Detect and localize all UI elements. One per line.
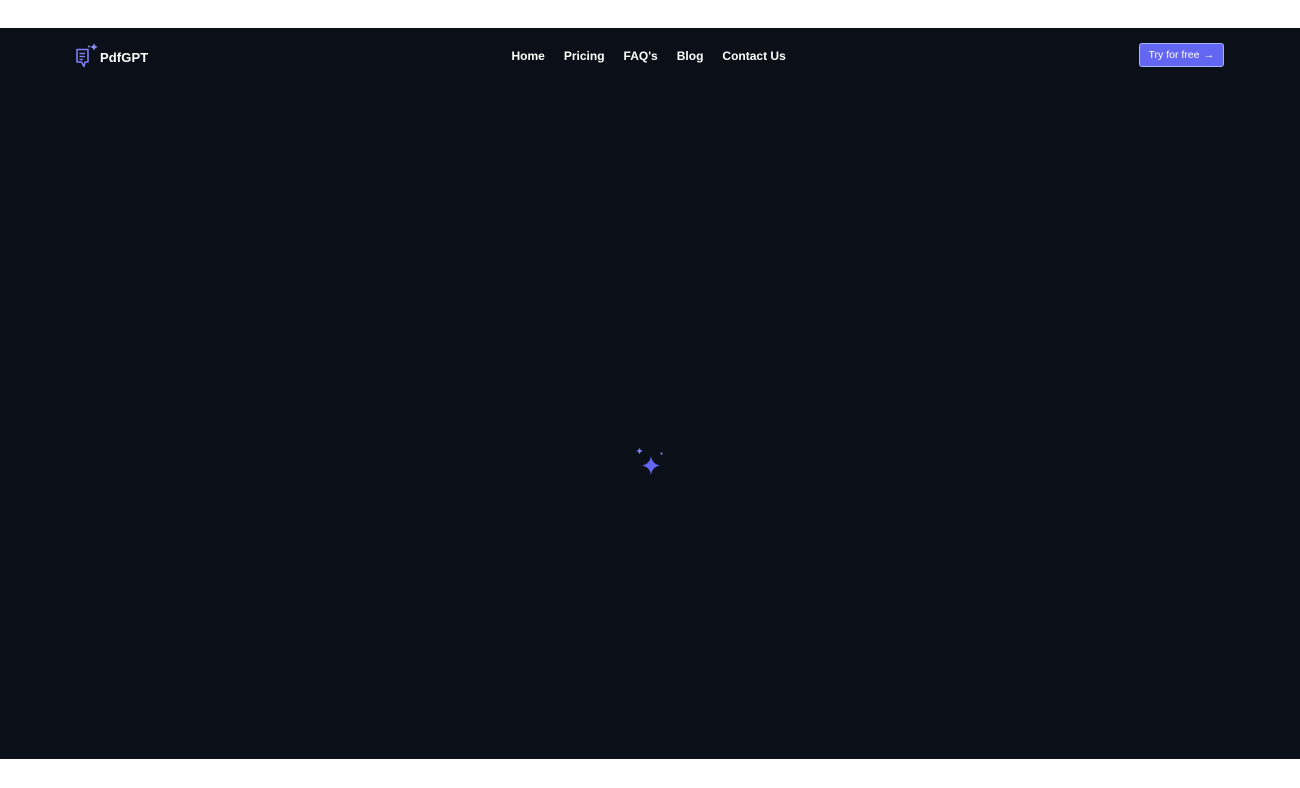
page-viewport: PdfGPT Home Pricing FAQ's Blog Contact U… — [0, 28, 1300, 759]
navbar: PdfGPT Home Pricing FAQ's Blog Contact U… — [0, 28, 1300, 84]
nav-link-pricing[interactable]: Pricing — [554, 48, 614, 64]
nav-link-blog[interactable]: Blog — [667, 48, 713, 64]
try-for-free-button[interactable]: Try for free → — [1139, 43, 1224, 67]
pdf-chat-sparkle-icon — [76, 43, 98, 68]
nav-link-faqs[interactable]: FAQ's — [614, 48, 667, 64]
nav-link-contact-us[interactable]: Contact Us — [713, 48, 795, 64]
brand-name: PdfGPT — [100, 49, 149, 65]
loading-spinner — [634, 446, 666, 478]
brand-logo[interactable]: PdfGPT — [75, 41, 148, 69]
try-for-free-label: Try for free — [1148, 49, 1200, 61]
arrow-right-icon: → — [1203, 48, 1215, 61]
sparkle-icon — [636, 447, 663, 475]
main-nav: Home Pricing FAQ's Blog Contact Us — [502, 28, 795, 84]
nav-link-home[interactable]: Home — [502, 48, 554, 64]
